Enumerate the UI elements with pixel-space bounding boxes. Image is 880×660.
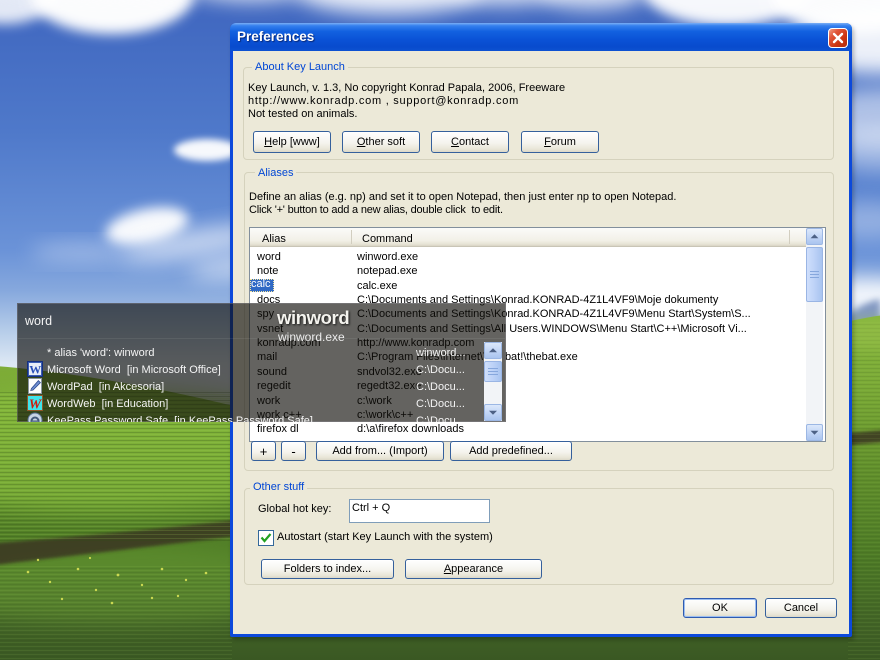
svg-text:W: W: [29, 397, 43, 411]
svg-text:W: W: [29, 362, 41, 376]
